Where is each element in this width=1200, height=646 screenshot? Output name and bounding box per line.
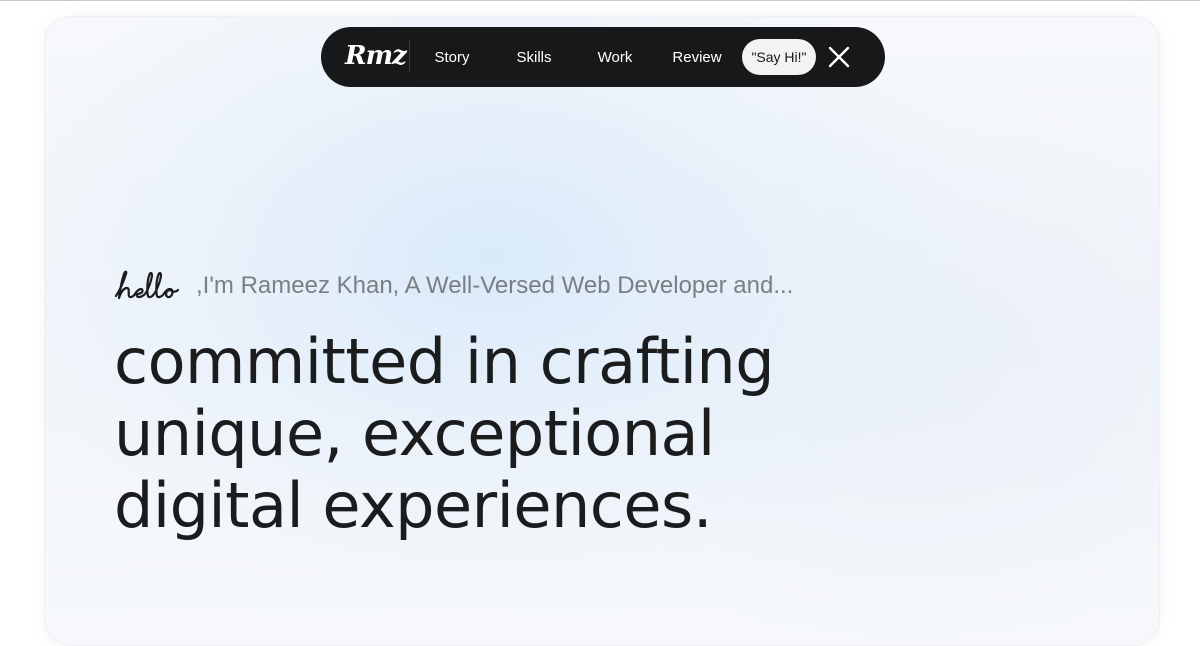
headline-line-2: unique, exceptional [114, 397, 715, 470]
intro-line: ,I'm Rameez Khan, A Well-Versed Web Deve… [114, 262, 874, 302]
close-button[interactable] [824, 42, 854, 72]
navbar: Rmz Story Skills Work Review "Say Hi!" [321, 27, 885, 87]
headline-line-1: committed in crafting [114, 325, 775, 398]
nav-link-skills[interactable]: Skills [503, 27, 565, 87]
logo[interactable]: Rmz [345, 39, 407, 73]
close-icon [828, 46, 850, 68]
say-hi-button[interactable]: "Say Hi!" [742, 39, 816, 75]
headline-line-3: digital experiences. [114, 469, 713, 542]
logo-divider [409, 40, 410, 72]
nav-link-work[interactable]: Work [584, 27, 646, 87]
intro-text: ,I'm Rameez Khan, A Well-Versed Web Deve… [196, 272, 794, 299]
nav-link-review[interactable]: Review [666, 27, 728, 87]
top-border-line [0, 0, 1200, 1]
nav-link-story[interactable]: Story [421, 27, 483, 87]
logo-text[interactable]: Rmz [345, 41, 407, 71]
hello-script-logo [114, 270, 180, 300]
hero-headline: committed in crafting unique, exceptiona… [114, 326, 874, 542]
